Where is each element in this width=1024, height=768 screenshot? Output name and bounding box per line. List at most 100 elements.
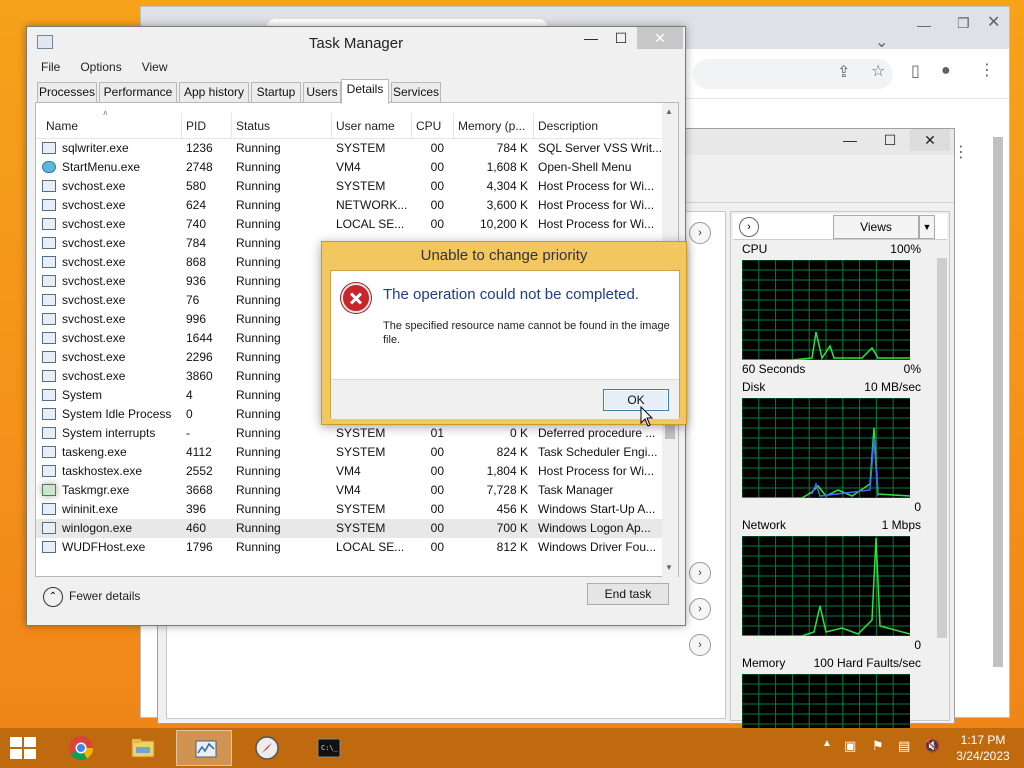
dialog-button-area: OK	[331, 379, 679, 419]
resmon-close-icon[interactable]: ✕	[910, 129, 950, 151]
table-row[interactable]: taskhostex.exe 2552 Running VM4 00 1,804 K Hos…	[36, 462, 662, 481]
taskbar-command-prompt[interactable]: C:\_	[300, 730, 356, 766]
cell-status: Running	[236, 540, 281, 554]
cell-desc: Windows Driver Fou...	[538, 540, 657, 554]
cell-desc: Windows Start-Up A...	[538, 502, 656, 516]
chevron-up-icon[interactable]: ⌃	[43, 587, 63, 607]
taskbar-chrome[interactable]	[52, 730, 108, 766]
cell-pid: 3860	[186, 369, 213, 383]
cell-user: SYSTEM	[336, 502, 386, 516]
cell-cpu: 00	[430, 141, 444, 155]
column-header-memory[interactable]: Memory (p...	[454, 113, 534, 139]
activity-graph	[742, 398, 910, 498]
tab-details[interactable]: Details	[341, 79, 389, 104]
end-task-button[interactable]: End task	[587, 583, 669, 605]
address-bar[interactable]	[693, 59, 893, 89]
profile-icon[interactable]: ●	[941, 61, 951, 81]
tab-performance[interactable]: Performance	[99, 82, 177, 103]
menu-file[interactable]: File	[41, 57, 60, 77]
taskbar-compass-app[interactable]	[238, 730, 294, 766]
collapse-arrow-icon[interactable]: ›	[739, 217, 759, 237]
table-row[interactable]: svchost.exe 740 Running LOCAL SE... 00 10,200…	[36, 215, 662, 234]
scroll-up-icon[interactable]: ▲	[665, 107, 673, 116]
table-row[interactable]: System interrupts - Running SYSTEM 01 0 K Defe…	[36, 424, 662, 443]
taskbar-file-explorer[interactable]	[114, 730, 170, 766]
column-header-description[interactable]: Description	[534, 113, 662, 139]
scroll-down-icon[interactable]: ▼	[665, 563, 673, 572]
menu-options[interactable]: Options	[80, 57, 121, 77]
table-row[interactable]: wininit.exe 396 Running SYSTEM 00 456 K Window…	[36, 500, 662, 519]
column-header-name[interactable]: Name	[36, 113, 182, 139]
column-headers: Name ˄ PID Status User name CPU Memory (…	[36, 109, 662, 139]
flag-icon[interactable]: ⚑	[872, 738, 884, 754]
cell-mem: 456 K	[496, 502, 528, 516]
ok-button[interactable]: OK	[603, 389, 669, 411]
show-hidden-icons-icon[interactable]: ▲	[822, 738, 832, 749]
column-header-cpu[interactable]: CPU	[412, 113, 454, 139]
cell-pid: 2296	[186, 350, 213, 364]
table-row[interactable]: winlogon.exe 460 Running SYSTEM 00 700 K Windo…	[36, 519, 662, 538]
resmon-maximize-icon[interactable]: ☐	[878, 129, 902, 151]
table-row[interactable]: sqlwriter.exe 1236 Running SYSTEM 00 784 K SQL…	[36, 139, 662, 158]
tab-users[interactable]: Users	[303, 82, 341, 103]
cell-status: Running	[236, 521, 281, 535]
cell-pid: 1796	[186, 540, 213, 554]
windows-start-icon[interactable]	[10, 737, 36, 759]
network-icon[interactable]: ▤	[898, 738, 910, 754]
mouse-cursor-icon	[640, 406, 654, 427]
menu-view[interactable]: View	[142, 57, 168, 77]
table-row[interactable]: Taskmgr.exe 3668 Running VM4 00 7,728 K Task M…	[36, 481, 662, 500]
column-header-status[interactable]: Status	[232, 113, 332, 139]
more-options-icon[interactable]: ⋮	[953, 143, 969, 163]
chrome-scrollbar[interactable]	[993, 125, 1003, 715]
expand-chevron-icon[interactable]: ›	[689, 634, 711, 656]
bookmark-star-icon[interactable]: ☆	[871, 62, 885, 82]
close-icon[interactable]: ✕	[987, 13, 1000, 33]
resmon-minimize-icon[interactable]: —	[838, 129, 862, 151]
close-icon[interactable]: ✕	[637, 27, 683, 49]
maximize-icon[interactable]: ☐	[607, 27, 635, 49]
tab-startup[interactable]: Startup	[251, 82, 301, 103]
error-icon	[341, 283, 371, 313]
expand-chevron-icon[interactable]: ›	[689, 562, 711, 584]
clock[interactable]: 1:17 PM 3/24/2023	[948, 732, 1018, 764]
tab-services[interactable]: Services	[391, 82, 441, 103]
chrome-menu-icon[interactable]: ⋮	[979, 61, 995, 81]
tab-app-history[interactable]: App history	[179, 82, 249, 103]
graph-lbl: Memory	[742, 656, 786, 670]
cell-pid: 2748	[186, 160, 213, 174]
cell-mem: 784 K	[496, 141, 528, 155]
cell-mem: 812 K	[496, 540, 528, 554]
column-header-user[interactable]: User name	[332, 113, 412, 139]
taskbar-resource-monitor[interactable]	[176, 730, 232, 766]
table-row[interactable]: WUDFHost.exe 1796 Running LOCAL SE... 00 812 …	[36, 538, 662, 557]
fewer-details-link[interactable]: Fewer details	[69, 589, 140, 603]
side-panel-icon[interactable]: ▯	[911, 62, 920, 82]
graph-val: 1 Mbps	[881, 518, 921, 532]
cell-name: WUDFHost.exe	[62, 540, 146, 554]
table-row[interactable]: svchost.exe 624 Running NETWORK... 00 3,600 K…	[36, 196, 662, 215]
cell-user: SYSTEM	[336, 179, 386, 193]
minimize-icon[interactable]: —	[577, 27, 605, 49]
minimize-icon[interactable]: —	[917, 15, 931, 35]
table-row[interactable]: StartMenu.exe 2748 Running VM4 00 1,608 K Open…	[36, 158, 662, 177]
cell-status: Running	[236, 388, 281, 402]
volume-muted-icon[interactable]: 🔇	[924, 738, 940, 754]
views-dropdown-icon[interactable]: ▼	[919, 215, 935, 239]
share-icon[interactable]: ⇪	[837, 63, 850, 83]
expand-chevron-icon[interactable]: ›	[689, 222, 711, 244]
views-button[interactable]: Views	[833, 215, 919, 239]
expand-chevron-icon[interactable]: ›	[689, 598, 711, 620]
action-center-icon[interactable]: ▣	[844, 738, 856, 754]
clock-time: 1:17 PM	[960, 733, 1006, 747]
table-row[interactable]: svchost.exe 580 Running SYSTEM 00 4,304 K Host…	[36, 177, 662, 196]
cell-pid: 3668	[186, 483, 213, 497]
maximize-icon[interactable]: ❐	[957, 13, 970, 33]
tab-processes[interactable]: Processes	[37, 82, 97, 103]
column-header-pid[interactable]: PID	[182, 113, 232, 139]
graph-val: 100 Hard Faults/sec	[813, 656, 921, 670]
resource-monitor-icon	[195, 740, 217, 758]
graphs-scrollbar[interactable]	[935, 242, 949, 718]
cell-cpu: 00	[430, 502, 444, 516]
table-row[interactable]: taskeng.exe 4112 Running SYSTEM 00 824 K Task …	[36, 443, 662, 462]
